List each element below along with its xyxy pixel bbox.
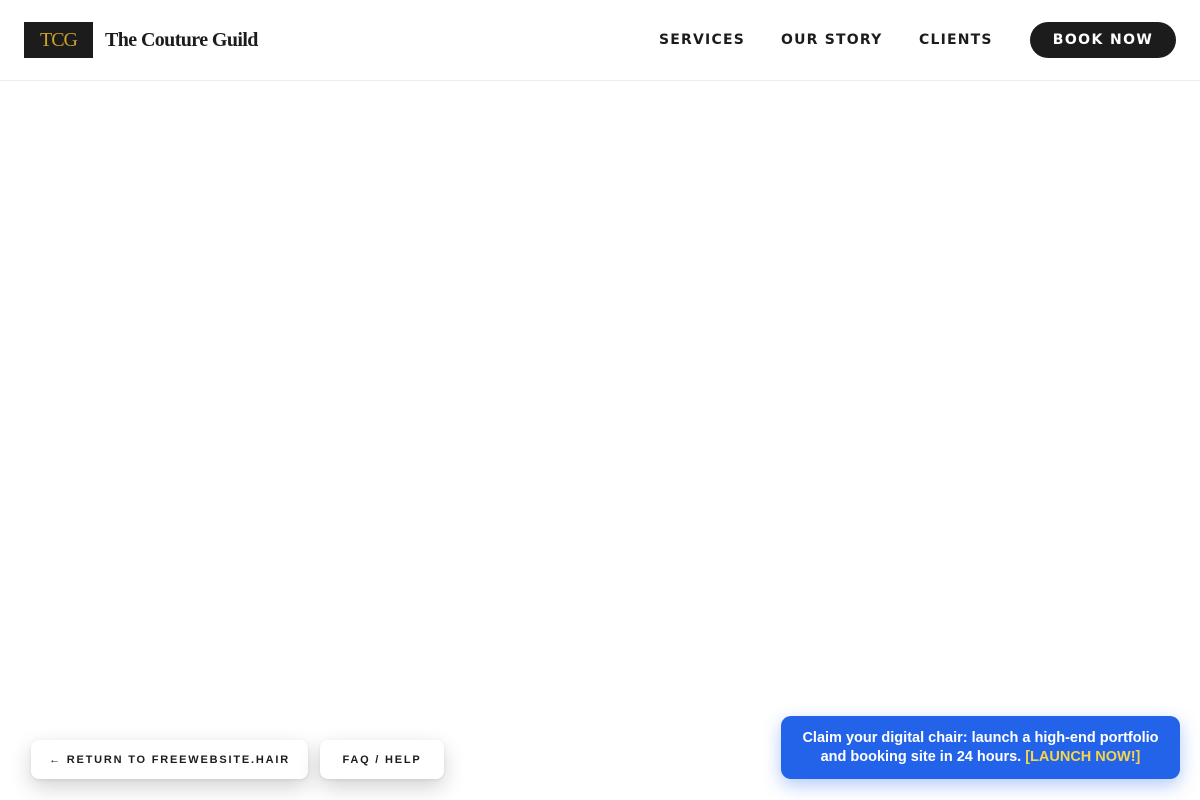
book-now-button[interactable]: BOOK NOW xyxy=(1030,22,1176,58)
nav-link-services[interactable]: SERVICES xyxy=(659,31,745,49)
promo-banner[interactable]: Claim your digital chair: launch a high-… xyxy=(781,716,1180,779)
promo-line-1: Claim your digital chair: launch a high-… xyxy=(802,729,1159,746)
nav-link-our-story[interactable]: OUR STORY xyxy=(781,31,882,49)
nav-link-clients[interactable]: CLIENTS xyxy=(919,31,993,49)
promo-line-2: and booking site in 24 hours. xyxy=(820,748,1022,765)
return-to-freewebsite-button[interactable]: ← RETURN TO FREEWEBSITE.HAIR xyxy=(31,740,308,779)
brand-name[interactable]: The Couture Guild xyxy=(105,27,258,53)
promo-text: Claim your digital chair: launch a high-… xyxy=(802,729,1158,767)
logo-mark[interactable]: TCG xyxy=(24,22,93,58)
faq-help-button[interactable]: FAQ / HELP xyxy=(320,740,444,779)
site-header: TCG The Couture Guild SERVICES OUR STORY… xyxy=(0,0,1200,81)
launch-now-link[interactable]: [LAUNCH NOW!] xyxy=(1025,749,1140,765)
